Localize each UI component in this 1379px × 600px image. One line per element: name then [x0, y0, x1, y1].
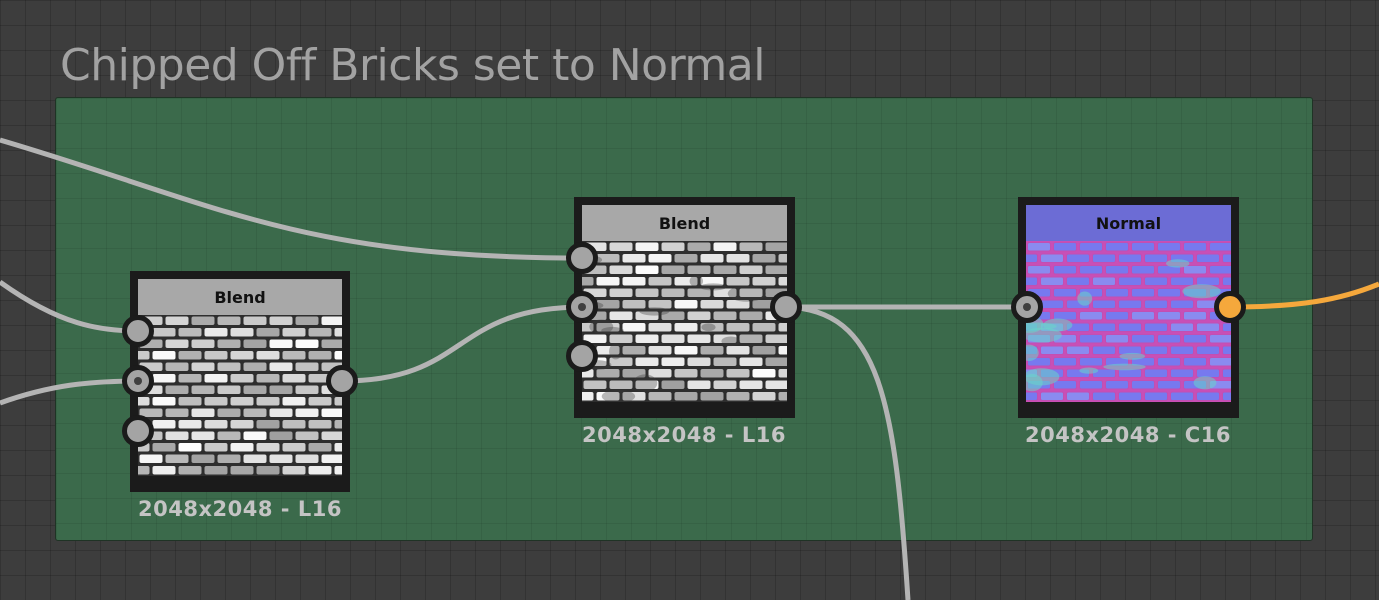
chipped-brick-texture-thumbnail	[582, 242, 787, 402]
node-resolution: 2048x2048 - L16	[138, 497, 342, 521]
blend1-output-port[interactable]	[326, 365, 358, 397]
blend2-output-port[interactable]	[770, 291, 802, 323]
node-title: Blend	[658, 213, 711, 233]
blend-node-1[interactable]: Blend	[130, 271, 350, 492]
node-header[interactable]: Normal	[1026, 205, 1231, 241]
blend1-input-port[interactable]	[122, 415, 154, 447]
graph-canvas[interactable]: Chipped Off Bricks set to Normal Blend 2…	[0, 0, 1379, 600]
wire-in-blend1-b[interactable]	[0, 378, 139, 406]
node-header[interactable]: Blend	[582, 205, 787, 241]
wire-blend2-down[interactable]	[785, 304, 911, 600]
node-thumbnail	[1026, 241, 1231, 402]
wire-in-blend1-a[interactable]	[0, 279, 139, 334]
node-header[interactable]: Blend	[138, 279, 342, 315]
blend2-input-port[interactable]	[566, 291, 598, 323]
node-resolution: 2048x2048 - C16	[1025, 423, 1231, 447]
blend2-input-port[interactable]	[566, 340, 598, 372]
wire-in-blend2-a[interactable]	[0, 137, 585, 261]
normal-node[interactable]: Normal	[1018, 197, 1239, 418]
wire-normal-output[interactable]	[1229, 281, 1379, 310]
normal-map-thumbnail	[1026, 242, 1231, 401]
brick-texture-thumbnail	[138, 316, 342, 475]
normal-output-port[interactable]	[1214, 291, 1246, 323]
normal-input-port[interactable]	[1011, 291, 1043, 323]
node-title: Blend	[214, 287, 266, 307]
blend1-input-port[interactable]	[122, 315, 154, 347]
node-title: Normal	[1095, 213, 1162, 233]
node-thumbnail	[582, 241, 787, 402]
blend2-input-port[interactable]	[566, 242, 598, 274]
blend-node-2[interactable]: Blend	[574, 197, 795, 418]
node-resolution: 2048x2048 - L16	[582, 423, 786, 447]
node-thumbnail	[138, 315, 342, 476]
wire-blend1-to-blend2[interactable]	[341, 304, 585, 384]
blend1-input-port[interactable]	[122, 365, 154, 397]
